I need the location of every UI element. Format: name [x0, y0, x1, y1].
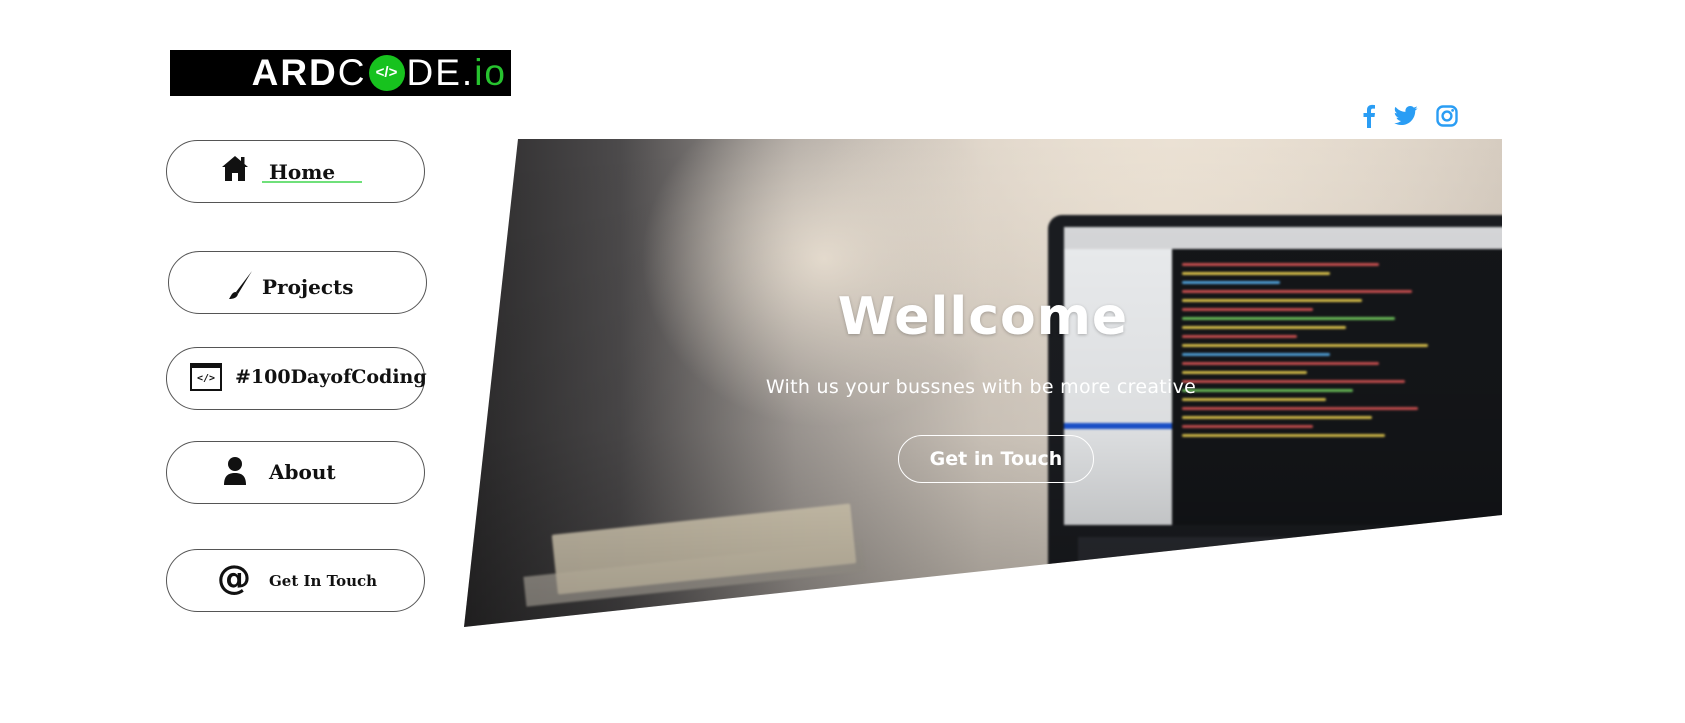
logo-text: ARD C </> DE . io: [252, 50, 507, 96]
hero-banner: Wellcome With us your bussnes with be mo…: [464, 139, 1502, 627]
logo-dot: .: [461, 52, 475, 93]
hero-subtitle: With us your bussnes with be more creati…: [765, 376, 1197, 398]
active-underline: [262, 181, 362, 183]
nav-about-button[interactable]: About: [166, 441, 425, 504]
nav-home-button[interactable]: Home: [166, 140, 425, 203]
social-links: [1362, 104, 1458, 128]
code-window-icon: </>: [190, 363, 222, 391]
nav-projects-button[interactable]: Projects: [168, 251, 427, 314]
nav-projects-label: Projects: [262, 275, 354, 299]
twitter-icon[interactable]: [1394, 106, 1418, 126]
at-icon: @: [217, 558, 251, 598]
nav-100daysofcoding-button[interactable]: </> #100DayofCoding: [166, 347, 427, 410]
user-icon: [223, 456, 247, 486]
nav-about-label: About: [269, 460, 336, 484]
logo-part-de: DE: [406, 52, 462, 93]
logo-part-io: io: [474, 52, 507, 93]
logo-part-c: C: [337, 52, 367, 93]
logo-code-badge: </>: [368, 55, 405, 91]
logo-part-ard: ARD: [251, 52, 338, 93]
instagram-icon[interactable]: [1436, 105, 1458, 127]
facebook-icon[interactable]: [1362, 104, 1376, 128]
nav-contact-label: Get In Touch: [269, 572, 378, 590]
site-logo[interactable]: ARD C </> DE . io: [170, 50, 511, 96]
home-icon: [220, 153, 250, 183]
nav-100daysofcoding-label: #100DayofCoding: [235, 366, 427, 388]
get-in-touch-button[interactable]: Get in Touch: [898, 435, 1094, 483]
brush-icon: [228, 270, 254, 300]
hero-title: Wellcome: [837, 287, 1129, 347]
nav-contact-button[interactable]: @ Get In Touch: [166, 549, 425, 612]
